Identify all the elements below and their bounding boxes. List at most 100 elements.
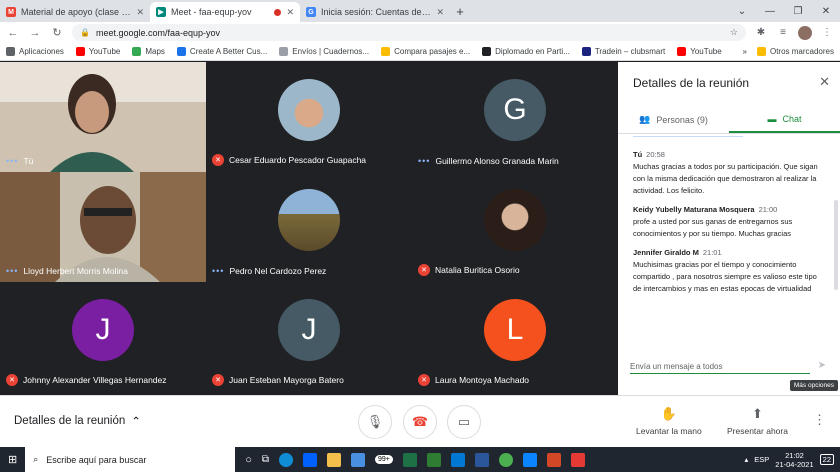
forward-icon[interactable]: →: [28, 27, 42, 39]
raise-hand-button[interactable]: ✋ Levantar la mano: [636, 406, 702, 436]
bookmark-item[interactable]: Diplomado en Parti...: [482, 47, 570, 56]
menu-icon[interactable]: ⋮: [820, 27, 834, 38]
other-bookmarks-folder[interactable]: Otros marcadores: [756, 47, 834, 56]
app-icon[interactable]: [522, 452, 537, 467]
profile-avatar[interactable]: [798, 25, 812, 40]
app-icon[interactable]: [426, 452, 441, 467]
participant-label: ••• Tú: [6, 156, 34, 166]
tab-gmail[interactable]: M Material de apoyo (clase flujogra... ✕: [0, 2, 150, 22]
task-view-icon[interactable]: ⧉: [262, 454, 269, 465]
message-text: profe a usted por sus ganas de entregarn…: [633, 217, 793, 238]
leave-call-button[interactable]: ☎: [403, 405, 437, 439]
bookmark-item[interactable]: Tradein – clubsmart: [581, 47, 665, 56]
close-tab-icon[interactable]: ✕: [286, 7, 294, 18]
participant-tile[interactable]: ✕ Natalia Buritica Osorio: [412, 172, 618, 282]
bookmark-item[interactable]: Create A Better Cus...: [176, 47, 267, 56]
bookmark-item[interactable]: Compara pasajes e...: [381, 47, 470, 56]
bookmark-item[interactable]: Maps: [132, 47, 165, 56]
close-tab-icon[interactable]: ✕: [136, 7, 144, 18]
bookmark-item[interactable]: Envíos | Cuadernos...: [279, 47, 369, 56]
bookmark-item[interactable]: YouTube: [75, 47, 120, 56]
close-tab-icon[interactable]: ✕: [436, 7, 444, 18]
youtube-icon: [75, 47, 85, 56]
bookmark-item[interactable]: YouTube: [677, 47, 722, 56]
dropbox-icon[interactable]: [303, 452, 318, 467]
gmail-icon: M: [6, 7, 16, 17]
message-text: Muchisimas gracias por el tiempo y conoc…: [633, 260, 817, 293]
participant-tile[interactable]: ✕ Cesar Eduardo Pescador Guapacha: [206, 62, 412, 172]
windows-start-icon[interactable]: ⊞: [8, 453, 17, 466]
hand-icon: ✋: [660, 406, 677, 421]
new-tab-button[interactable]: +: [450, 2, 470, 22]
bookmark-item[interactable]: Aplicaciones: [6, 47, 64, 56]
windows-taskbar: ⊞ ⌕ Escribe aquí para buscar ○ ⧉ 99+ ▴ E…: [0, 447, 840, 472]
network-icon[interactable]: ▴: [745, 455, 749, 464]
participant-tile[interactable]: J ✕ Johnny Alexander Villegas Hernandez: [0, 282, 206, 392]
hang-up-icon: ☎: [411, 414, 429, 429]
message-time: 20:58: [646, 150, 665, 159]
maximize-button[interactable]: ❐: [784, 6, 812, 17]
reload-icon[interactable]: ↻: [50, 26, 64, 39]
chat-icon: ▬: [767, 113, 777, 124]
tab-people[interactable]: 👥 Personas (9): [618, 106, 729, 133]
participant-photo: [278, 79, 340, 142]
chrome-icon[interactable]: [498, 452, 513, 467]
camera-button[interactable]: ▭: [447, 405, 481, 439]
url-text: meet.google.com/faa-equp-yov: [95, 27, 221, 38]
participant-tile[interactable]: J ✕ Juan Esteban Mayorga Batero: [206, 282, 412, 392]
participant-tile-self[interactable]: ••• Tú: [0, 62, 206, 172]
edge-icon[interactable]: [279, 452, 294, 467]
send-icon[interactable]: ➤: [818, 360, 826, 371]
taskbar-search[interactable]: ⌕ Escribe aquí para buscar: [25, 447, 236, 472]
meeting-details-button[interactable]: Detalles de la reunión ⌃: [14, 414, 141, 428]
minimize-button[interactable]: —: [756, 6, 784, 17]
language-indicator[interactable]: ESP: [754, 455, 769, 464]
present-now-button[interactable]: ⬆ Presentar ahora: [727, 406, 788, 436]
file-explorer-icon[interactable]: [327, 452, 342, 467]
lock-icon: 🔒: [80, 28, 90, 37]
excel-icon[interactable]: [402, 452, 417, 467]
more-options-icon[interactable]: ⋮: [813, 412, 826, 428]
participant-tile[interactable]: L ✕ Laura Montoya Machado: [412, 282, 618, 392]
tab-chat[interactable]: ▬ Chat: [729, 106, 840, 133]
participant-label: ••• Lloyd Herbert Morris Molina: [6, 266, 128, 276]
back-icon[interactable]: ←: [6, 27, 20, 39]
reading-list-icon[interactable]: ≡: [776, 27, 790, 38]
panel-title: Detalles de la reunión: [633, 76, 750, 90]
participant-avatar: J: [72, 299, 134, 362]
tab-search-icon[interactable]: ⌄: [728, 6, 756, 17]
system-tray: ▴ ESP 21:02 21-04-2021 22: [745, 451, 840, 469]
close-window-button[interactable]: ✕: [812, 6, 840, 17]
powerpoint-icon[interactable]: [546, 452, 561, 467]
participant-tile[interactable]: ••• Lloyd Herbert Morris Molina: [0, 172, 206, 282]
acrobat-icon[interactable]: [570, 452, 585, 467]
participant-tile[interactable]: ••• Pedro Nel Cardozo Perez: [206, 172, 412, 282]
store-icon[interactable]: [351, 452, 366, 467]
tab-meet[interactable]: ▶ Meet - faa-equp-yov ✕: [150, 2, 300, 22]
address-bar[interactable]: 🔒 meet.google.com/faa-equp-yov ☆: [72, 24, 746, 41]
bookmarks-overflow-button[interactable]: »: [743, 47, 747, 56]
star-icon[interactable]: ☆: [730, 27, 738, 38]
meet-icon: ▶: [156, 7, 166, 17]
participant-tile[interactable]: G ••• Guillermo Alonso Granada Marin: [412, 62, 618, 172]
cortana-icon[interactable]: ○: [245, 454, 252, 466]
clock[interactable]: 21:02 21-04-2021: [775, 451, 813, 469]
meet-control-bar: Detalles de la reunión ⌃ 🎙 ☎ ▭ ✋ Levantar …: [0, 395, 840, 447]
close-panel-icon[interactable]: ✕: [819, 74, 830, 90]
speaking-indicator-icon: •••: [212, 266, 225, 276]
microphone-button[interactable]: 🎙: [358, 405, 392, 439]
chat-scrollbar[interactable]: [834, 200, 838, 290]
bookmarks-bar: Aplicaciones YouTube Maps Create A Bette…: [0, 43, 840, 61]
notifications-icon[interactable]: 22: [819, 454, 834, 465]
chat-messages: Tú 20:58 Muchas gracias a todos por su pa…: [618, 136, 830, 356]
chat-message: Jennifer Giraldo M 21:01 Muchisimas graci…: [633, 248, 822, 295]
word-icon[interactable]: [474, 452, 489, 467]
tab-google-login[interactable]: G Inicia sesión: Cuentas de Google ✕: [300, 2, 450, 22]
maps-icon: [132, 47, 142, 56]
extensions-icon[interactable]: ✱: [754, 27, 768, 38]
tooltip: Más opciones: [789, 380, 838, 391]
app-icon[interactable]: [450, 452, 465, 467]
chat-input[interactable]: Envía un mensaje a todos: [630, 362, 810, 374]
bookmark-icon: [381, 47, 391, 56]
mic-off-icon: ✕: [212, 154, 224, 166]
